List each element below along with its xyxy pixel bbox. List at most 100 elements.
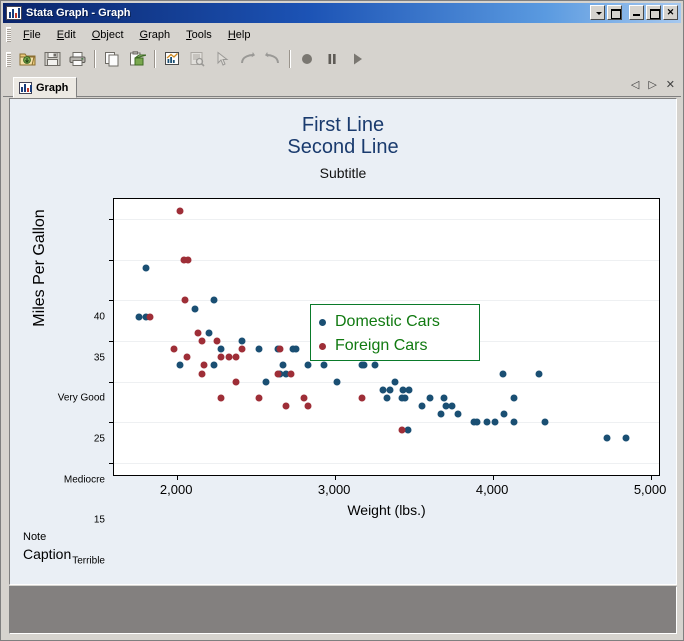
scatter-point-domestic	[510, 394, 518, 402]
window-controls: ✕	[590, 5, 678, 20]
graph-tab-icon	[19, 81, 32, 94]
y-axis-tick-label: 25	[93, 433, 105, 445]
scatter-point-domestic	[371, 361, 379, 369]
scatter-point-domestic	[320, 361, 328, 369]
scatter-point-domestic	[510, 418, 518, 426]
y-axis-tick-label: 40	[93, 311, 105, 323]
open-graph-button[interactable]	[16, 48, 39, 70]
scatter-point-domestic	[191, 305, 199, 313]
y-axis-tick	[109, 422, 114, 424]
y-axis-tick-label: Terrible	[72, 555, 105, 567]
legend-entry-domestic[interactable]: Domestic Cars	[319, 310, 479, 334]
pause-button[interactable]	[321, 48, 344, 70]
x-axis-tick	[651, 475, 653, 480]
legend-label-domestic: Domestic Cars	[335, 313, 440, 330]
scatter-point-foreign	[300, 394, 308, 402]
scatter-point-domestic	[379, 386, 387, 394]
dropdown-button[interactable]	[590, 5, 605, 20]
y-axis-tick	[109, 300, 114, 302]
scatter-point-foreign	[232, 353, 240, 361]
close-button[interactable]: ✕	[663, 5, 678, 20]
scatter-point-domestic	[500, 410, 508, 418]
tab-close-button[interactable]: ✕	[666, 79, 675, 91]
scatter-point-domestic	[541, 418, 549, 426]
scatter-point-domestic	[383, 394, 391, 402]
menu-item-tools[interactable]: Tools	[178, 27, 220, 43]
toolbar-drag-handle[interactable]	[6, 51, 11, 67]
gridline	[114, 300, 659, 302]
redo-button	[236, 48, 259, 70]
scatter-point-foreign	[217, 394, 225, 402]
menu-drag-handle[interactable]	[6, 27, 11, 42]
legend-entry-foreign[interactable]: Foreign Cars	[319, 334, 479, 358]
save-graph-button[interactable]	[41, 48, 64, 70]
scatter-point-domestic	[437, 410, 445, 418]
y-axis-tick-label: 35	[93, 352, 105, 364]
x-axis-tick-label: 5,000	[633, 482, 667, 497]
scatter-point-foreign	[238, 345, 246, 353]
menu-item-edit[interactable]: Edit	[49, 27, 84, 43]
paste-button[interactable]	[126, 48, 149, 70]
scatter-point-foreign	[170, 345, 178, 353]
scatter-point-domestic	[622, 434, 630, 442]
scatter-point-domestic	[491, 418, 499, 426]
scatter-point-foreign	[287, 370, 295, 378]
scatter-point-domestic	[205, 329, 213, 337]
restore-window-button[interactable]	[607, 5, 622, 20]
scatter-point-foreign	[282, 402, 290, 410]
menu-item-file[interactable]: File	[15, 27, 49, 43]
pointer-tool-button	[211, 48, 234, 70]
menu-item-object[interactable]: Object	[84, 27, 132, 43]
tab-scroll-right-button[interactable]: ▷	[648, 79, 656, 91]
y-axis-tick	[109, 381, 114, 383]
scatter-point-domestic	[142, 264, 150, 272]
legend-marker-domestic	[319, 318, 326, 326]
gridline	[114, 259, 659, 261]
scatter-point-foreign	[146, 313, 154, 321]
x-axis-tick-label: 3,000	[317, 482, 351, 497]
toolbar-separator	[289, 50, 291, 68]
minimize-button[interactable]	[629, 5, 644, 20]
scatter-point-domestic	[418, 402, 426, 410]
y-axis-tick-label: Mediocre	[63, 474, 105, 486]
legend-label-foreign: Foreign Cars	[335, 337, 428, 354]
window-title-bar: Stata Graph - Graph ✕	[3, 3, 681, 23]
copy-button[interactable]	[101, 48, 124, 70]
stata-graph-icon	[6, 6, 22, 20]
scatter-point-domestic	[473, 418, 481, 426]
scatter-point-foreign	[194, 329, 202, 337]
gridline	[114, 381, 659, 383]
play-button[interactable]	[346, 48, 369, 70]
scatter-point-foreign	[184, 256, 192, 264]
scatter-point-domestic	[333, 378, 341, 386]
record-button[interactable]	[296, 48, 319, 70]
grid-edit-button	[186, 48, 209, 70]
menu-item-help[interactable]: Help	[220, 27, 259, 43]
tab-scroll-left-button[interactable]: ◁	[631, 79, 639, 91]
y-axis-tick	[109, 259, 114, 261]
y-axis-tick	[109, 341, 114, 343]
tab-navigation: ◁ ▷ ✕	[631, 79, 675, 91]
gridline	[114, 422, 659, 424]
tab-graph[interactable]: Graph	[13, 77, 78, 98]
scatter-point-domestic	[405, 386, 413, 394]
start-graph-editor-button[interactable]	[161, 48, 184, 70]
tab-strip: Graph ◁ ▷ ✕	[3, 75, 681, 98]
scatter-point-domestic	[404, 426, 412, 434]
scatter-point-domestic	[176, 361, 184, 369]
menu-item-graph[interactable]: Graph	[132, 27, 179, 43]
scatter-point-foreign	[198, 370, 206, 378]
graph-client-area[interactable]: First Line Second Line Subtitle Miles Pe…	[9, 98, 677, 585]
scatter-point-domestic	[304, 361, 312, 369]
legend[interactable]: Domestic Cars Foreign Cars	[310, 304, 480, 361]
graph-title-line-1: First Line	[301, 114, 385, 136]
window-title: Stata Graph - Graph	[26, 7, 131, 19]
scatter-point-domestic	[398, 394, 405, 402]
print-graph-button[interactable]	[66, 48, 89, 70]
maximize-button[interactable]	[646, 5, 661, 20]
x-axis-tick-label: 2,000	[159, 482, 193, 497]
scatter-point-foreign	[274, 370, 282, 378]
scatter-point-foreign	[398, 426, 405, 434]
toolbar	[3, 45, 681, 73]
x-axis-tick	[335, 475, 337, 480]
